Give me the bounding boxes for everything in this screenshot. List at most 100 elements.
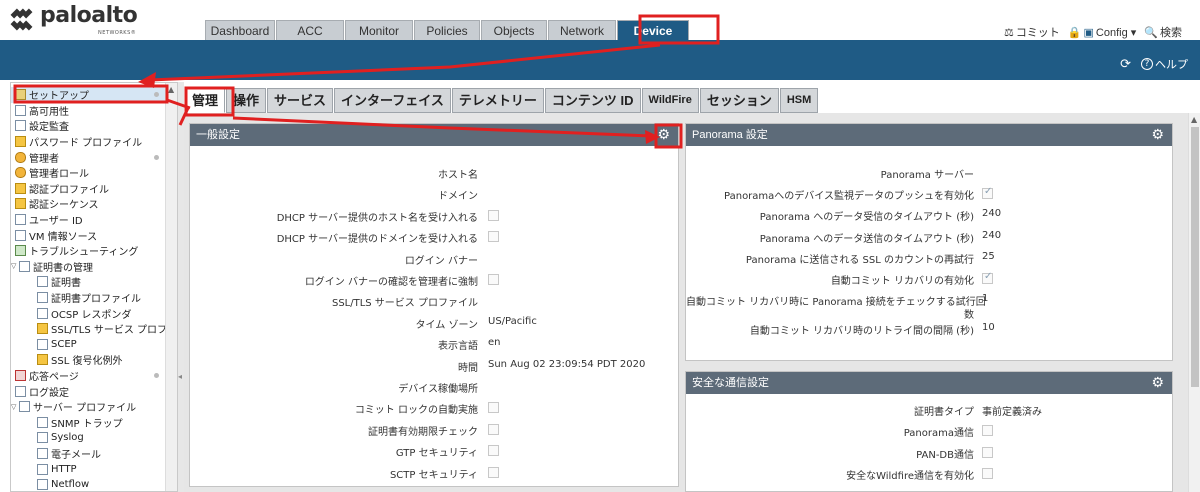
search-link[interactable]: 🔍 検索 bbox=[1144, 24, 1182, 40]
checkbox[interactable] bbox=[488, 466, 499, 478]
field-value: 1 bbox=[982, 293, 989, 305]
sidebar-item[interactable]: Syslog bbox=[11, 430, 167, 446]
sidebar-item[interactable]: ▽ 証明書の管理 bbox=[11, 259, 167, 275]
sidebar-item[interactable]: セットアップ bbox=[11, 87, 167, 103]
sidebar-item[interactable]: VM 情報ソース bbox=[11, 227, 167, 243]
paloalto-logo-icon bbox=[10, 8, 33, 31]
sidebar-item[interactable]: OCSP レスポンダ bbox=[11, 305, 167, 321]
sidebar-item[interactable]: 高可用性 bbox=[11, 103, 167, 119]
sub-tab[interactable]: テレメトリー bbox=[451, 88, 544, 113]
sidebar-item[interactable]: 設定監査 bbox=[11, 118, 167, 134]
sidebar-item[interactable]: SNMP トラップ bbox=[11, 415, 167, 431]
checkbox[interactable] bbox=[488, 274, 499, 285]
sidebar-item-label: 高可用性 bbox=[29, 106, 69, 118]
gear-icon[interactable]: ⚙ bbox=[1151, 127, 1164, 141]
sidebar-item[interactable]: ユーザー ID bbox=[11, 212, 167, 228]
sidebar-item[interactable]: 証明書プロファイル bbox=[11, 290, 167, 306]
green-icon bbox=[15, 245, 26, 257]
checkbox[interactable] bbox=[982, 271, 993, 284]
sub-tab[interactable]: 操作 bbox=[226, 88, 267, 113]
sidebar-item-label: トラブルシューティング bbox=[29, 247, 139, 259]
config-menu[interactable]: 🔒 ▣ Config ▾ bbox=[1068, 24, 1136, 40]
expand-icon[interactable]: ▽ bbox=[11, 262, 19, 270]
sidebar-item[interactable]: 認証シーケンス bbox=[11, 196, 167, 212]
checkbox[interactable] bbox=[488, 423, 499, 435]
sidebar-item[interactable]: 電子メール bbox=[11, 446, 167, 462]
checkbox[interactable] bbox=[488, 445, 499, 457]
sub-tab[interactable]: サービス bbox=[267, 88, 334, 113]
commit-label: コミット bbox=[1015, 27, 1060, 39]
tab-device[interactable]: Device bbox=[617, 20, 689, 40]
secure-comm-title: 安全な通信設定 bbox=[692, 377, 769, 389]
sidebar-item[interactable]: 管理者ロール bbox=[11, 165, 167, 181]
refresh-icon[interactable]: ⟳ bbox=[1120, 57, 1131, 72]
tab-acc[interactable]: ACC bbox=[276, 20, 344, 40]
doc-icon bbox=[19, 260, 30, 272]
help-link[interactable]: ? ヘルプ bbox=[1141, 56, 1188, 72]
checkbox[interactable] bbox=[982, 468, 993, 480]
sidebar-item[interactable]: Netflow bbox=[11, 477, 167, 491]
sidebar-item-label: VM 情報ソース bbox=[29, 231, 98, 243]
sidebar-item[interactable]: パスワード プロファイル bbox=[11, 134, 167, 150]
field-label: タイム ゾーン bbox=[415, 319, 478, 331]
field-value: Sun Aug 02 23:09:54 PDT 2020 bbox=[488, 358, 646, 370]
panorama-settings-header: Panorama 設定 ⚙ bbox=[686, 124, 1172, 146]
gear-icon[interactable]: ⚙ bbox=[1151, 375, 1164, 389]
tab-monitor[interactable]: Monitor bbox=[345, 20, 413, 40]
lock-icon: 🔒 bbox=[1067, 26, 1082, 39]
sub-tab[interactable]: WildFire bbox=[641, 88, 699, 113]
sidebar-item[interactable]: ログ設定 bbox=[11, 383, 167, 399]
sub-tab[interactable]: インターフェイス bbox=[334, 88, 451, 113]
tab-objects[interactable]: Objects bbox=[481, 20, 547, 40]
tab-network[interactable]: Network bbox=[548, 20, 616, 40]
commit-link[interactable]: ⚖ コミット bbox=[1004, 24, 1060, 40]
field-label: DHCP サーバー提供のドメインを受け入れる bbox=[276, 234, 478, 246]
sidebar-scrollbar[interactable]: ▲ bbox=[165, 83, 177, 491]
field-label: Panoramaへのデバイス監視データのプッシュを有効化 bbox=[724, 191, 974, 203]
sidebar-item-label: SNMP トラップ bbox=[51, 418, 123, 430]
doc-icon bbox=[37, 416, 48, 428]
gear-icon[interactable]: ⚙ bbox=[657, 127, 670, 141]
sidebar-item[interactable]: ▽ サーバー プロファイル bbox=[11, 399, 167, 415]
content-scrollbar[interactable]: ▲ bbox=[1188, 113, 1200, 492]
brand-name: paloalto bbox=[40, 3, 138, 28]
secure-comm-header: 安全な通信設定 ⚙ bbox=[686, 372, 1172, 394]
band-actions: ⟳ ? ヘルプ bbox=[1120, 56, 1188, 72]
sidebar-item[interactable]: 証明書 bbox=[11, 274, 167, 290]
panorama-settings-title: Panorama 設定 bbox=[692, 129, 768, 141]
sidebar-item-label: 認証シーケンス bbox=[29, 200, 99, 212]
sidebar-item[interactable]: 認証プロファイル bbox=[11, 181, 167, 197]
sidebar-item[interactable]: トラブルシューティング bbox=[11, 243, 167, 259]
sidebar-item[interactable]: 応答ページ bbox=[11, 368, 167, 384]
field-label: ログイン バナー bbox=[404, 255, 478, 267]
sub-tab[interactable]: セッション bbox=[699, 88, 779, 113]
expand-icon[interactable]: ▽ bbox=[11, 403, 19, 411]
scrollbar-thumb[interactable] bbox=[1191, 127, 1199, 387]
sub-tab[interactable]: HSM bbox=[779, 88, 819, 113]
checkbox[interactable] bbox=[488, 231, 499, 243]
sidebar-item[interactable]: HTTP bbox=[11, 461, 167, 477]
sidebar-item[interactable]: SSL 復号化例外 bbox=[11, 352, 167, 368]
checkbox[interactable] bbox=[488, 402, 499, 414]
sub-tab[interactable]: コンテンツ ID bbox=[544, 88, 641, 113]
checkbox[interactable] bbox=[982, 186, 993, 200]
sidebar-item-label: 管理者 bbox=[29, 153, 59, 165]
scroll-up-icon: ▲ bbox=[168, 85, 175, 94]
sidebar-item[interactable]: SCEP bbox=[11, 337, 167, 353]
checkbox[interactable] bbox=[982, 446, 993, 458]
field-label: 証明書タイプ bbox=[914, 407, 974, 418]
sidebar-item-label: SCEP bbox=[51, 338, 77, 350]
tab-policies[interactable]: Policies bbox=[414, 20, 480, 40]
sub-tab[interactable]: 管理 bbox=[185, 88, 226, 113]
doc-icon bbox=[15, 214, 26, 226]
main-tabs: Dashboard ACC Monitor Policies Objects Networ… bbox=[205, 20, 690, 40]
help-label: ヘルプ bbox=[1155, 58, 1188, 71]
tab-dashboard[interactable]: Dashboard bbox=[205, 20, 275, 40]
scroll-up-icon: ▲ bbox=[1191, 115, 1198, 124]
checkbox[interactable] bbox=[982, 425, 993, 437]
doc-icon bbox=[37, 432, 48, 444]
sidebar-item[interactable]: SSL/TLS サービス プロファ bbox=[11, 321, 177, 337]
checkbox[interactable] bbox=[488, 209, 499, 221]
sidebar-item[interactable]: 管理者 bbox=[11, 149, 167, 165]
search-icon: 🔍 bbox=[1144, 26, 1158, 39]
